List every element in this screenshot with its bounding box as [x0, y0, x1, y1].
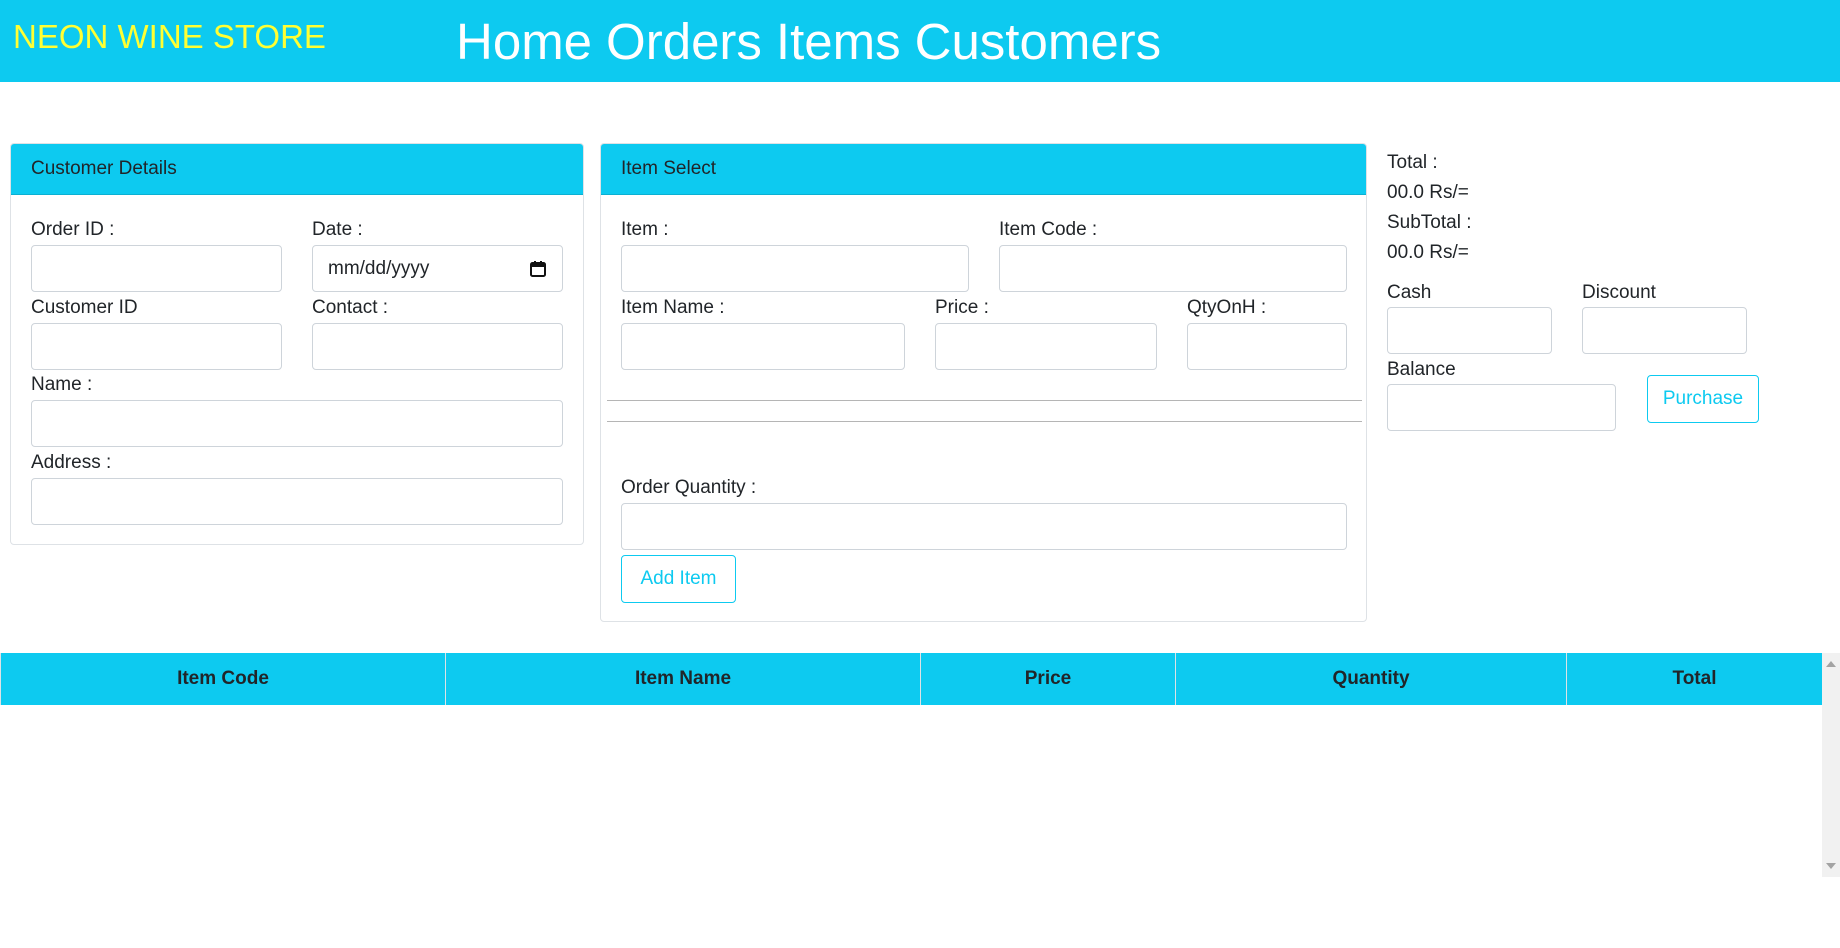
nav-link-orders[interactable]: Orders [606, 10, 762, 74]
subtotal-label: SubTotal : [1387, 212, 1472, 233]
col-header-price[interactable]: Price [920, 653, 1175, 705]
item-select-header: Item Select [601, 144, 1366, 195]
qty-on-hand-input[interactable] [1187, 323, 1347, 370]
purchase-button[interactable]: Purchase [1647, 375, 1759, 423]
add-item-button[interactable]: Add Item [621, 555, 736, 603]
contact-input[interactable] [312, 323, 563, 370]
divider-bottom [607, 421, 1362, 422]
price-label: Price : [935, 297, 989, 318]
col-header-item-code[interactable]: Item Code [0, 653, 445, 705]
item-select-card: Item Select Item : Item Code : Item Name… [600, 143, 1367, 622]
contact-label: Contact : [312, 297, 389, 318]
date-label: Date : [312, 219, 363, 240]
price-input[interactable] [935, 323, 1157, 370]
scroll-up-arrow-icon[interactable] [1826, 661, 1836, 667]
subtotal-value: 00.0 Rs/= [1387, 242, 1469, 263]
nav-link-customers[interactable]: Customers [915, 10, 1162, 74]
discount-label: Discount [1582, 282, 1656, 303]
navbar: NEON WINE STORE Home Orders Items Custom… [0, 0, 1840, 82]
item-code-input[interactable] [999, 245, 1347, 292]
nav-link-items[interactable]: Items [776, 10, 901, 74]
item-select-title: Item Select [621, 158, 717, 179]
item-name-input[interactable] [621, 323, 905, 370]
item-select-input[interactable] [621, 245, 969, 292]
calendar-icon[interactable] [529, 260, 547, 278]
table-header-row: Item Code Item Name Price Quantity Total [0, 653, 1822, 705]
nav-links: Home Orders Items Customers [456, 10, 1161, 74]
order-id-input[interactable] [31, 245, 282, 292]
item-label: Item : [621, 219, 669, 240]
name-label: Name : [31, 374, 93, 395]
date-input[interactable]: mm/dd/yyyy [312, 245, 563, 292]
customer-details-header: Customer Details [11, 144, 583, 195]
qty-on-hand-label: QtyOnH : [1187, 297, 1267, 318]
balance-input[interactable] [1387, 384, 1616, 431]
order-quantity-label: Order Quantity : [621, 477, 757, 498]
customer-id-input[interactable] [31, 323, 282, 370]
customer-details-title: Customer Details [31, 158, 177, 179]
address-label: Address : [31, 452, 112, 473]
order-id-label: Order ID : [31, 219, 115, 240]
cash-label: Cash [1387, 282, 1432, 303]
item-code-label: Item Code : [999, 219, 1098, 240]
divider-top [607, 400, 1362, 401]
col-header-total[interactable]: Total [1566, 653, 1822, 705]
order-items-table: Item Code Item Name Price Quantity Total [0, 653, 1822, 877]
col-header-quantity[interactable]: Quantity [1175, 653, 1566, 705]
address-input[interactable] [31, 478, 563, 525]
total-value: 00.0 Rs/= [1387, 182, 1469, 203]
col-header-item-name[interactable]: Item Name [445, 653, 920, 705]
brand-logo-text[interactable]: NEON WINE STORE [13, 18, 326, 56]
cash-input[interactable] [1387, 307, 1552, 354]
name-input[interactable] [31, 400, 563, 447]
total-label: Total : [1387, 152, 1438, 173]
table-scrollbar[interactable] [1822, 653, 1840, 877]
item-name-label: Item Name : [621, 297, 725, 318]
nav-link-home[interactable]: Home [456, 10, 592, 74]
date-placeholder: mm/dd/yyyy [328, 257, 430, 279]
customer-id-label: Customer ID [31, 297, 138, 318]
customer-details-card: Customer Details Order ID : Date : mm/dd… [10, 143, 584, 545]
discount-input[interactable] [1582, 307, 1747, 354]
balance-label: Balance [1387, 359, 1456, 380]
scroll-down-arrow-icon[interactable] [1826, 863, 1836, 869]
order-quantity-input[interactable] [621, 503, 1347, 550]
